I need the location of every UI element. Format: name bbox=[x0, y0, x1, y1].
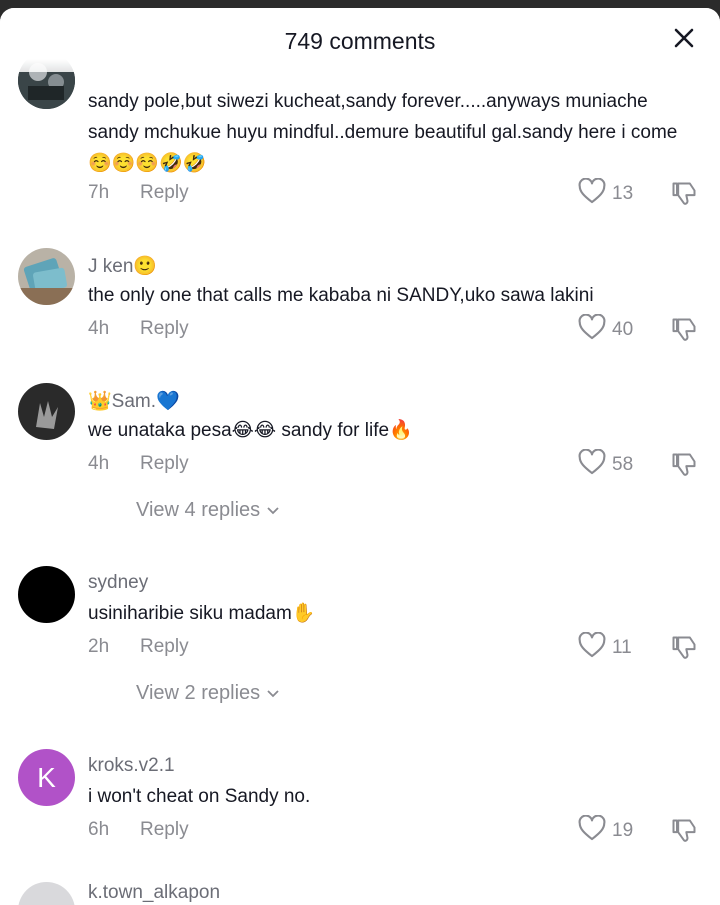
like-count: 11 bbox=[612, 636, 632, 658]
dislike-button[interactable] bbox=[670, 634, 698, 667]
avatar[interactable] bbox=[18, 383, 75, 440]
reply-button[interactable]: Reply bbox=[140, 182, 189, 204]
view-replies-button[interactable]: View 4 replies bbox=[136, 499, 280, 522]
dislike-icon bbox=[670, 182, 698, 212]
dislike-button[interactable] bbox=[670, 817, 698, 850]
comments-header: 749 comments bbox=[0, 8, 720, 72]
chevron-down-icon bbox=[266, 682, 280, 705]
comment-username[interactable]: k.town_alkapon bbox=[88, 882, 220, 904]
comment-username[interactable]: kroks.v2.1 bbox=[88, 755, 175, 777]
heart-outline-icon bbox=[578, 313, 606, 345]
heart-outline-icon bbox=[578, 448, 606, 480]
avatar-letter: K bbox=[37, 761, 56, 793]
like-count: 58 bbox=[612, 453, 634, 475]
view-replies-label: View 2 replies bbox=[136, 682, 261, 704]
like-button[interactable]: 19 bbox=[578, 814, 634, 846]
avatar[interactable] bbox=[18, 566, 75, 623]
heart-outline-icon bbox=[578, 814, 606, 846]
avatar[interactable] bbox=[18, 248, 75, 305]
like-button[interactable]: 58 bbox=[578, 448, 634, 480]
comment-text: we unataka pesa😂😂 sandy for life🔥 bbox=[88, 420, 413, 441]
view-replies-label: View 4 replies bbox=[136, 499, 261, 521]
dislike-button[interactable] bbox=[670, 451, 698, 484]
like-count: 13 bbox=[612, 182, 634, 204]
like-button[interactable]: 11 bbox=[578, 631, 632, 663]
comment-username[interactable]: sydney bbox=[88, 572, 148, 594]
like-button[interactable]: 13 bbox=[578, 177, 634, 209]
heart-outline-icon bbox=[578, 177, 606, 209]
reply-button[interactable]: Reply bbox=[140, 819, 189, 841]
heart-outline-icon bbox=[578, 631, 606, 663]
comment-username[interactable]: 👑Sam.💙 bbox=[88, 389, 180, 413]
comment-text: sandy pole,but siwezi kucheat,sandy fore… bbox=[88, 91, 678, 174]
dislike-button[interactable] bbox=[670, 180, 698, 213]
dislike-icon bbox=[670, 636, 698, 666]
comment-time: 4h bbox=[88, 318, 110, 339]
like-count: 19 bbox=[612, 819, 634, 841]
chevron-down-icon bbox=[266, 499, 280, 522]
like-count: 40 bbox=[612, 318, 634, 340]
reply-button[interactable]: Reply bbox=[140, 318, 189, 340]
comment-username[interactable]: J ken🙂 bbox=[88, 254, 157, 278]
dislike-icon bbox=[670, 453, 698, 483]
view-replies-button[interactable]: View 2 replies bbox=[136, 682, 280, 705]
comments-sheet: sandy pole,but siwezi kucheat,sandy fore… bbox=[0, 8, 720, 905]
comments-title: 749 comments bbox=[284, 28, 436, 54]
comment-text: the only one that calls me kababa ni SAN… bbox=[88, 285, 594, 306]
dislike-icon bbox=[670, 819, 698, 849]
reply-button[interactable]: Reply bbox=[140, 636, 189, 658]
avatar[interactable] bbox=[18, 882, 75, 905]
avatar[interactable]: K bbox=[18, 749, 75, 806]
close-button[interactable] bbox=[668, 24, 700, 56]
comment-list[interactable]: sandy pole,but siwezi kucheat,sandy fore… bbox=[0, 8, 720, 905]
dislike-button[interactable] bbox=[670, 316, 698, 349]
close-icon bbox=[673, 27, 695, 54]
comment-time: 4h bbox=[88, 453, 110, 474]
comment-time: 7h bbox=[88, 182, 110, 203]
comment-time: 6h bbox=[88, 819, 110, 840]
dislike-icon bbox=[670, 318, 698, 348]
like-button[interactable]: 40 bbox=[578, 313, 634, 345]
comment-text: usiniharibie siku madam✋ bbox=[88, 603, 316, 624]
comment-time: 2h bbox=[88, 636, 110, 657]
comment-text: i won't cheat on Sandy no. bbox=[88, 786, 311, 807]
reply-button[interactable]: Reply bbox=[140, 453, 189, 475]
